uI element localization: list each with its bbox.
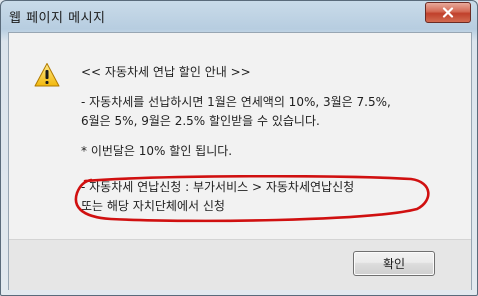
close-icon (442, 7, 454, 18)
message-heading: << 자동차세 연납 할인 안내 >> (81, 65, 251, 79)
message-area: << 자동차세 연납 할인 안내 >> - 자동차세를 선납하시면 1월은 연세… (9, 33, 471, 239)
warning-icon (34, 63, 60, 87)
title-bar[interactable]: 웹 페이지 메시지 (1, 1, 477, 31)
dialog-footer: 확인 (9, 239, 471, 290)
window-title: 웹 페이지 메시지 (9, 11, 106, 26)
message-line-4: - 자동차세 연납신청 : 부가서비스 > 자동차세연납신청 (81, 180, 355, 194)
message-line-3: * 이번달은 10% 할인 됩니다. (81, 144, 233, 158)
dialog-body: << 자동차세 연납 할인 안내 >> - 자동차세를 선납하시면 1월은 연세… (8, 32, 472, 290)
message-line-1: - 자동차세를 선납하시면 1월은 연세액의 10%, 3월은 7.5%, (81, 95, 391, 109)
message-dialog-window: 웹 페이지 메시지 << 자동차세 연납 할인 안내 >> - 자동차세를 선납… (0, 0, 478, 296)
message-line-2: 6월은 5%, 9월은 2.5% 할인받을 수 있습니다. (81, 114, 320, 128)
ok-button[interactable]: 확인 (353, 251, 435, 276)
close-button[interactable] (425, 2, 471, 23)
message-line-5: 또는 해당 자치단체에서 신청 (81, 199, 225, 213)
